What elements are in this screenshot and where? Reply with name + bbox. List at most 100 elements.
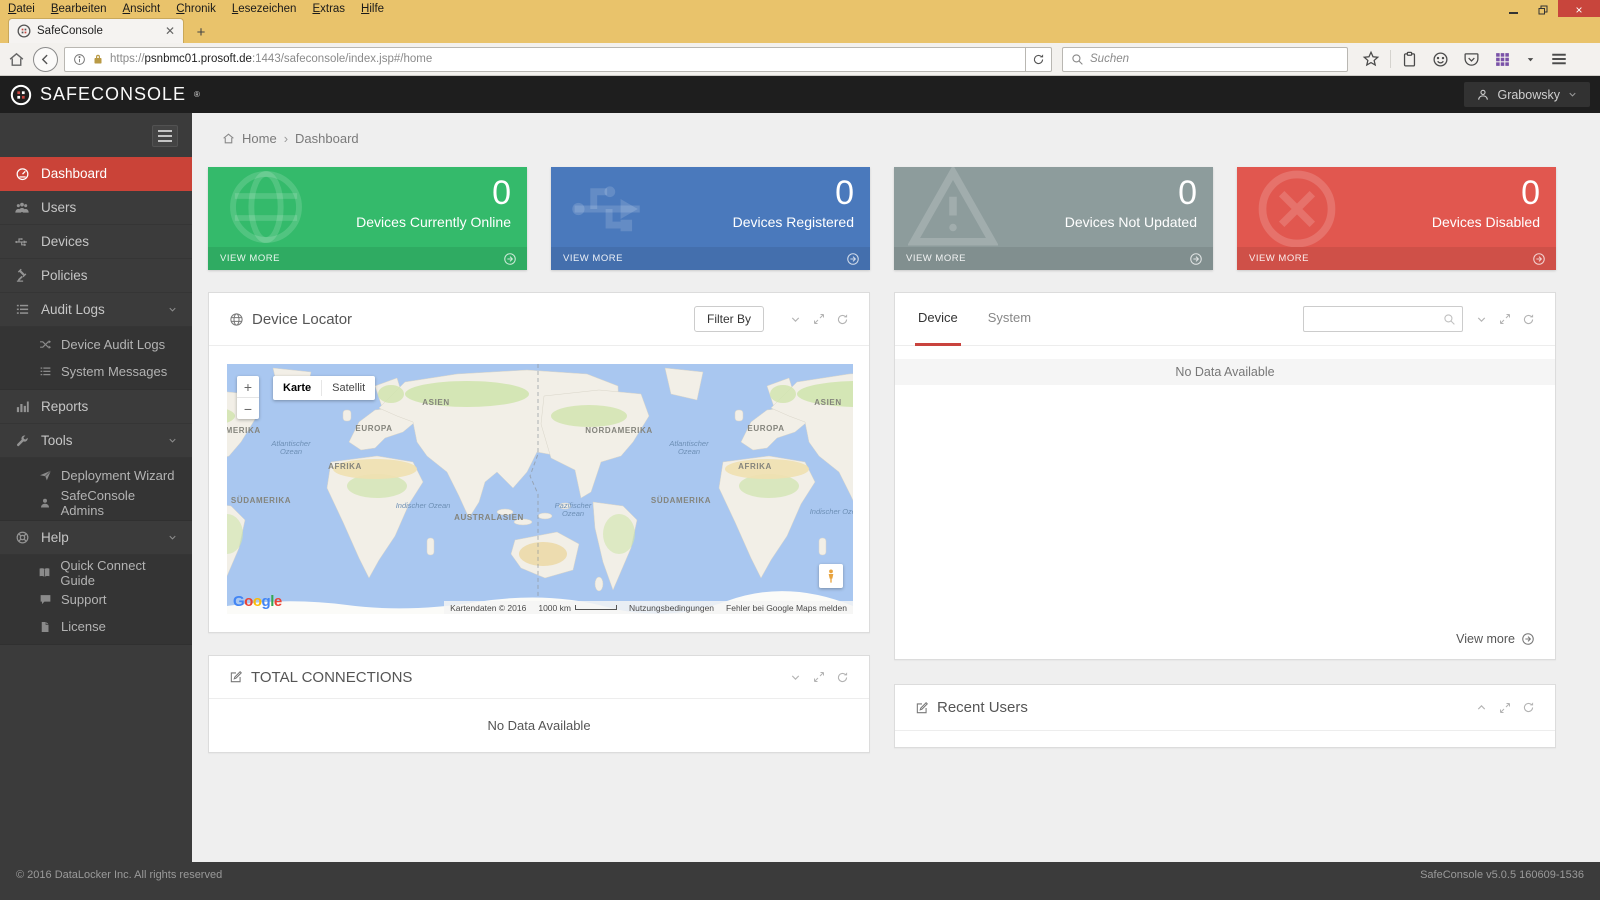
bookmark-star-icon[interactable]	[1362, 50, 1380, 68]
app-footer: © 2016 DataLocker Inc. All rights reserv…	[0, 862, 1600, 900]
filter-by-button[interactable]: Filter By	[694, 306, 764, 332]
tab-close-icon[interactable]: ✕	[165, 24, 175, 38]
collapse-chevron-icon[interactable]	[789, 671, 802, 684]
refresh-icon[interactable]	[1522, 313, 1535, 326]
tab-device[interactable]: Device	[915, 293, 961, 346]
collapse-chevron-icon[interactable]	[789, 313, 802, 326]
breadcrumb-home[interactable]: Home	[242, 131, 277, 146]
total-connections-panel: TOTAL CONNECTIONS No Data Available	[208, 655, 870, 753]
menu-datei[interactable]: Datei	[0, 2, 43, 16]
sidebar-item-devices[interactable]: Devices	[0, 225, 192, 259]
sidebar-item-policies[interactable]: Policies	[0, 259, 192, 293]
toolbar-icons	[1362, 50, 1568, 68]
menu-hilfe[interactable]: Hilfe	[353, 2, 392, 16]
globe-watermark-icon	[222, 167, 310, 247]
url-bar[interactable]: https://psnbmc01.prosoft.de:1443/safecon…	[64, 47, 1026, 72]
total-connections-title: TOTAL CONNECTIONS	[229, 669, 412, 686]
zoom-out-button[interactable]: −	[237, 398, 259, 419]
search-icon	[1443, 313, 1456, 326]
google-map[interactable]: NORDAMERIKA Atlantischer Ozean EUROPA AS…	[227, 364, 853, 614]
menu-lesezeichen[interactable]: Lesezeichen	[224, 2, 305, 16]
clipboard-icon[interactable]	[1401, 51, 1418, 68]
pegman-icon	[823, 568, 839, 584]
usb-icon	[14, 234, 30, 250]
chevron-down-icon	[167, 304, 178, 315]
google-logo[interactable]: Google	[233, 593, 282, 610]
card-view-more[interactable]: VIEW MORE	[551, 247, 870, 270]
browser-search-field[interactable]: Suchen	[1062, 47, 1348, 72]
home-button[interactable]	[8, 51, 25, 68]
pocket-icon[interactable]	[1463, 51, 1480, 68]
sidebar-item-safeconsole-admins[interactable]: SafeConsole Admins	[0, 489, 192, 516]
card-devices-not-updated[interactable]: 0 Devices Not Updated VIEW MORE	[894, 167, 1213, 270]
footer-copyright: © 2016 DataLocker Inc. All rights reserv…	[16, 869, 222, 900]
new-tab-button[interactable]: +	[188, 21, 214, 43]
info-icon[interactable]	[73, 53, 86, 66]
admin-person-icon	[38, 497, 52, 509]
pegman-control[interactable]	[819, 564, 843, 588]
map-type-karte-button[interactable]: Karte	[273, 382, 321, 394]
sidebar-item-support[interactable]: Support	[0, 586, 192, 613]
device-system-panel: Device System No Data Available	[894, 292, 1556, 660]
sidebar-item-tools[interactable]: Tools	[0, 424, 192, 458]
menu-ansicht[interactable]: Ansicht	[115, 2, 169, 16]
reload-button[interactable]	[1026, 47, 1052, 72]
panel-search-input[interactable]	[1303, 306, 1463, 332]
shuffle-icon	[38, 338, 52, 351]
menu-bearbeiten[interactable]: Bearbeiten	[43, 2, 115, 16]
menu-extras[interactable]: Extras	[304, 2, 353, 16]
gavel-icon	[14, 268, 30, 283]
card-view-more[interactable]: VIEW MORE	[1237, 247, 1556, 270]
tab-system[interactable]: System	[985, 293, 1034, 346]
sidebar-subitem-label: Quick Connect Guide	[60, 558, 178, 588]
lock-warning-icon[interactable]	[92, 53, 104, 65]
collapse-chevron-up-icon[interactable]	[1475, 701, 1488, 714]
expand-icon[interactable]	[1499, 313, 1511, 325]
life-ring-icon	[14, 530, 30, 545]
sidebar-item-dashboard[interactable]: Dashboard	[0, 157, 192, 191]
refresh-icon[interactable]	[836, 313, 849, 326]
refresh-icon[interactable]	[836, 671, 849, 684]
sidebar-item-reports[interactable]: Reports	[0, 390, 192, 424]
expand-icon[interactable]	[813, 671, 825, 683]
back-icon	[39, 53, 52, 66]
expand-icon[interactable]	[813, 313, 825, 325]
paper-plane-icon	[38, 469, 52, 482]
sidebar-item-help[interactable]: Help	[0, 521, 192, 555]
menu-chronik[interactable]: Chronik	[168, 2, 224, 16]
sidebar-item-license[interactable]: License	[0, 613, 192, 640]
map-label-atlantik: Atlantischer Ozean	[660, 440, 718, 456]
zoom-in-button[interactable]: +	[237, 376, 259, 397]
sidebar-toggle-button[interactable]	[152, 125, 178, 147]
card-view-more[interactable]: VIEW MORE	[894, 247, 1213, 270]
sidebar-item-label: Users	[41, 200, 76, 215]
map-terms-link[interactable]: Nutzungsbedingungen	[629, 603, 714, 613]
sidebar-item-quick-connect-guide[interactable]: Quick Connect Guide	[0, 559, 192, 586]
card-devices-disabled[interactable]: 0 Devices Disabled VIEW MORE	[1237, 167, 1556, 270]
hello-smiley-icon[interactable]	[1432, 51, 1449, 68]
sidebar-item-users[interactable]: Users	[0, 191, 192, 225]
sidebar-item-system-messages[interactable]: System Messages	[0, 358, 192, 385]
bar-chart-icon	[14, 399, 30, 414]
view-more-link[interactable]: View more	[1456, 632, 1535, 646]
sidebar-item-device-audit-logs[interactable]: Device Audit Logs	[0, 331, 192, 358]
back-button[interactable]	[33, 47, 58, 72]
edit-icon	[229, 670, 243, 684]
card-view-more[interactable]: VIEW MORE	[208, 247, 527, 270]
map-type-satellit-button[interactable]: Satellit	[322, 382, 375, 394]
sidebar-item-deployment-wizard[interactable]: Deployment Wizard	[0, 462, 192, 489]
apps-grid-icon[interactable]	[1494, 51, 1511, 68]
refresh-icon[interactable]	[1522, 701, 1535, 714]
card-devices-registered[interactable]: 0 Devices Registered VIEW MORE	[551, 167, 870, 270]
expand-icon[interactable]	[1499, 702, 1511, 714]
map-report-error-link[interactable]: Fehler bei Google Maps melden	[726, 603, 847, 613]
sidebar-item-label: Dashboard	[41, 166, 107, 181]
collapse-chevron-icon[interactable]	[1475, 313, 1488, 326]
user-menu[interactable]: Grabowsky	[1464, 82, 1590, 107]
sidebar-item-audit-logs[interactable]: Audit Logs	[0, 293, 192, 327]
dropdown-caret-icon[interactable]	[1525, 54, 1536, 65]
card-devices-online[interactable]: 0 Devices Currently Online VIEW MORE	[208, 167, 527, 270]
menu-hamburger-icon[interactable]	[1550, 50, 1568, 68]
map-label-afrika: AFRIKA	[738, 462, 772, 471]
browser-tab-safeconsole[interactable]: SafeConsole ✕	[8, 18, 184, 43]
